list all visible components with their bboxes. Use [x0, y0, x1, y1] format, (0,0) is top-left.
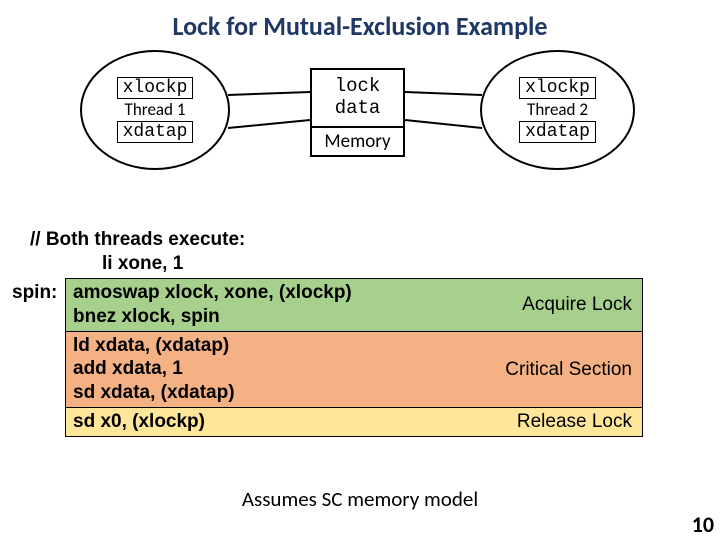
code-header: // Both threads execute: li xone, 1	[30, 228, 690, 276]
thread1-xdatap: xdatap	[117, 121, 194, 144]
release-label: Release Lock	[517, 410, 632, 434]
critical-label: Critical Section	[505, 358, 632, 382]
footer-note: Assumes SC memory model	[0, 486, 720, 512]
thread2-ellipse: xlockp Thread 2 xdatap	[480, 50, 635, 170]
memory-lock: lock	[312, 76, 403, 98]
acquire-label: Acquire Lock	[522, 293, 632, 317]
slide-title: Lock for Mutual-Exclusion Example	[0, 0, 720, 50]
memory-label: Memory	[312, 126, 403, 155]
memory-box: lock data Memory	[310, 68, 405, 157]
release-block: sd x0, (xlockp) Release Lock	[66, 408, 642, 436]
code-blocks: spin: amoswap xlock, xone, (xlockp) bnez…	[65, 278, 643, 437]
page-number: 10	[692, 511, 714, 538]
acquire-block: spin: amoswap xlock, xone, (xlockp) bnez…	[66, 279, 642, 332]
code-comment: // Both threads execute:	[30, 228, 690, 252]
thread2-label: Thread 2	[527, 100, 588, 120]
thread2-xlockp: xlockp	[519, 77, 596, 100]
code-sd1: sd xdata, (xdatap)	[73, 381, 642, 405]
thread1-ellipse: xlockp Thread 1 xdatap	[80, 50, 230, 170]
memory-contents: lock data	[312, 70, 403, 126]
diagram: xlockp Thread 1 xdatap lock data Memory …	[50, 50, 670, 215]
thread2-xdatap: xdatap	[519, 121, 596, 144]
memory-data: data	[312, 98, 403, 120]
thread1-label: Thread 1	[125, 100, 186, 120]
thread1-xlockp: xlockp	[117, 77, 194, 100]
code-li: li xone, 1	[30, 252, 690, 276]
critical-block: ld xdata, (xdatap) add xdata, 1 sd xdata…	[66, 332, 642, 408]
code-ld: ld xdata, (xdatap)	[73, 334, 642, 358]
spin-label: spin:	[12, 281, 57, 305]
